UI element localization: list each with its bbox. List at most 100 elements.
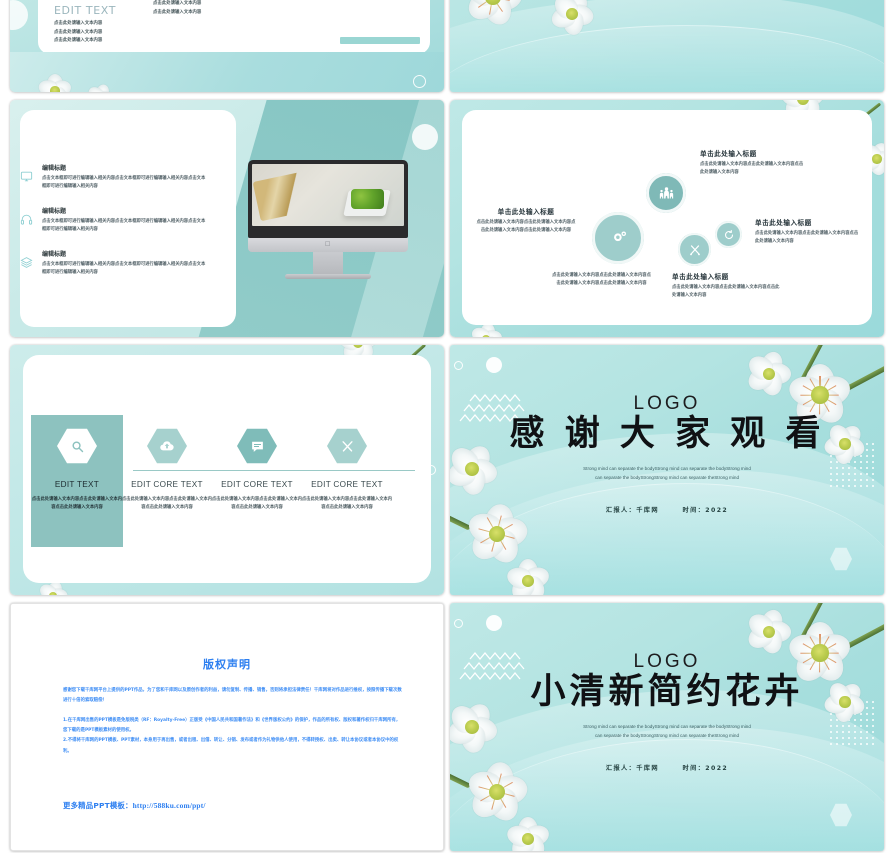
slide1-right-column: 点击此处请输入文本内容 点击此处请输入文本内容	[153, 0, 273, 17]
headphone-icon	[20, 213, 34, 227]
diagram-block-right: 单击此处输入标题 点击此处请输入文本内容点击此处请输入文本内容点击此处请输入文本…	[755, 217, 859, 246]
feature-row: 编辑标题 点击文本框即可进行编辑输入相关内容点击文本框即可进行编辑输入相关内容点…	[42, 249, 207, 277]
refresh-icon	[724, 229, 733, 239]
block-title: 单击此处输入标题	[755, 219, 812, 227]
card-first: EDIT TEXT 点击此处请输入文本内容点击此处请输入文本内容点击此处请输入文…	[31, 480, 123, 513]
layers-icon	[20, 256, 34, 270]
card-text: 点击此处请输入文本内容点击此处请输入文本内容点击此处请输入文本内容	[301, 497, 393, 511]
slide-copyright[interactable]: 版权声明 感谢您下载千库网平台上提供的PPT作品，为了您和千库网以及原创作者的利…	[10, 603, 444, 851]
card-title: EDIT TEXT	[54, 480, 100, 489]
bubble-gear[interactable]	[592, 212, 644, 264]
slide-thank-you[interactable]: LOGO 感 谢 大 家 观 看 Strong mind can separat…	[450, 345, 884, 595]
subtitle-line-2: can separate the bodyStrongStrong mind c…	[594, 733, 740, 739]
presenter-meta: 汇报人：千库网 时间：2022	[450, 763, 884, 772]
content-card: EDIT TEXT 点击此处请输入文本内容点击此处请输入文本内容点击此处请输入文…	[23, 355, 431, 583]
monitor-icon	[20, 170, 34, 184]
people-icon	[659, 186, 673, 199]
subtitle-line-1: Strong mind can separate the bodyStrong …	[583, 465, 751, 471]
apple-logo-icon: 	[325, 241, 330, 248]
slide-edit-text[interactable]: EDIT TEXT 点击此处请输入文本内容 点击此处请输入文本内容 点击此处请输…	[10, 0, 444, 92]
tools-icon[interactable]	[327, 428, 367, 464]
chat-icon[interactable]	[237, 428, 277, 464]
slide-deck-preview: EDIT TEXT 点击此处请输入文本内容 点击此处请输入文本内容 点击此处请输…	[0, 0, 892, 853]
subtitle-line-1: Strong mind can separate the bodyStrong …	[583, 723, 751, 729]
presenter-label: 汇报人：千库网	[605, 506, 659, 514]
feature-title: 编辑标题	[42, 208, 67, 215]
card-text: 点击此处请输入文本内容点击此处请输入文本内容点击此处请输入文本内容	[31, 497, 123, 511]
block-text: 点击此处请输入文本内容点击此处请输入文本内容点击此处请输入文本内容	[700, 162, 804, 176]
date-label: 时间：2022	[682, 506, 729, 514]
slide-hex-cards[interactable]: EDIT TEXT 点击此处请输入文本内容点击此处请输入文本内容点击此处请输入文…	[10, 345, 444, 595]
feature-title: 编辑标题	[42, 251, 67, 258]
circle-outline-decoration	[454, 361, 463, 370]
diagram-block-left: 单击此处输入标题 点击此处请输入文本内容点击此处请输入文本内容点击此处请输入文本…	[476, 206, 576, 235]
flower-decoration	[744, 607, 792, 657]
cloud-upload-icon[interactable]	[147, 428, 187, 464]
bubble-scissors[interactable]	[678, 233, 711, 266]
flower-decoration	[85, 82, 114, 92]
block-title: 单击此处输入标题	[700, 150, 757, 158]
subtitle-line-2: can separate the bodyStrongStrong mind c…	[594, 475, 740, 481]
imac-mockup: 	[248, 160, 408, 279]
presenter-label: 汇报人：千库网	[605, 764, 659, 772]
slide-flower-paragraph[interactable]: Strong mind can separate the bodyStrong …	[450, 0, 884, 92]
divider	[133, 470, 415, 471]
circle-outline-decoration	[454, 619, 463, 628]
bubble-refresh[interactable]	[715, 221, 742, 248]
diagram-block-bottomleft: 点击此处请输入文本内容点击此处请输入文本内容点击此处请输入文本内容点击此处请输入…	[550, 272, 653, 288]
flower-decoration	[461, 0, 523, 29]
card-title: EDIT CORE TEXT	[311, 480, 383, 489]
block-title: 单击此处输入标题	[672, 273, 729, 281]
more-templates-url[interactable]: http://588ku.com/ppt/	[133, 801, 206, 810]
feature-text: 点击文本框即可进行编辑输入相关内容点击文本框即可进行编辑输入相关内容点击文本框即…	[42, 176, 206, 189]
flower-decoration	[504, 817, 552, 851]
circle-decoration	[486, 615, 502, 631]
more-templates-label: 更多精品PPT模板：	[63, 801, 133, 810]
block-text: 点击此处请输入文本内容点击此处请输入文本内容点击此处请输入文本内容	[672, 285, 780, 299]
flower-decoration	[548, 0, 596, 37]
copyright-body: 感谢您下载千库网平台上提供的PPT作品，为了您和千库网以及原创作者的利益，请勿复…	[63, 686, 403, 757]
presenter-meta: 汇报人：千库网 时间：2022	[450, 505, 884, 514]
card-title: EDIT CORE TEXT	[131, 480, 203, 489]
diagram-block-bottom: 单击此处输入标题 点击此处请输入文本内容点击此处请输入文本内容点击此处请输入文本…	[672, 271, 780, 300]
slide1-heading: EDIT TEXT	[54, 4, 117, 17]
text-line: 点击此处请输入文本内容	[54, 21, 103, 26]
copyright-title: 版权声明	[203, 658, 251, 671]
copyright-intro: 感谢您下载千库网平台上提供的PPT作品，为了您和千库网以及原创作者的利益，请勿复…	[63, 688, 402, 704]
flower-decoration	[36, 74, 74, 92]
bubble-people[interactable]	[646, 173, 686, 213]
card-item: EDIT CORE TEXT 点击此处请输入文本内容点击此处请输入文本内容点击此…	[301, 480, 393, 513]
gear-icon	[613, 231, 626, 241]
scissors-icon	[689, 244, 700, 255]
block-text: 点击此处请输入文本内容点击此处请输入文本内容点击此处请输入文本内容	[755, 231, 859, 245]
flower-decoration	[744, 349, 792, 399]
slide1-left-column: 点击此处请输入文本内容 点击此处请输入文本内容 点击此处请输入文本内容	[54, 20, 174, 46]
feature-title: 编辑标题	[42, 165, 67, 172]
feature-row: 编辑标题 点击文本框即可进行编辑输入相关内容点击文本框即可进行编辑输入相关内容点…	[42, 206, 207, 234]
block-title: 单击此处输入标题	[497, 208, 555, 216]
flower-decoration	[504, 559, 552, 595]
bottom-band	[10, 52, 444, 92]
flower-decoration	[468, 322, 503, 337]
circle-outline-decoration	[413, 75, 426, 88]
flower-decoration	[37, 579, 68, 595]
circle-decoration	[486, 357, 502, 373]
cover-title: 小清新简约花卉	[530, 672, 804, 712]
card-item: EDIT CORE TEXT 点击此处请输入文本内容点击此处请输入文本内容点击此…	[121, 480, 213, 513]
feature-text: 点击文本框即可进行编辑输入相关内容点击文本框即可进行编辑输入相关内容点击文本框即…	[42, 219, 206, 232]
text-line: 点击此处请输入文本内容	[54, 38, 103, 44]
feature-text: 点击文本框即可进行编辑输入相关内容点击文本框即可进行编辑输入相关内容点击文本框即…	[42, 262, 206, 275]
more-templates[interactable]: 更多精品PPT模板：http://588ku.com/ppt/	[63, 800, 206, 811]
text-line: 点击此处请输入文本内容	[153, 1, 202, 6]
slide-monitor-features[interactable]: 编辑标题 点击文本框即可进行编辑输入相关内容点击文本框即可进行编辑输入相关内容点…	[10, 100, 444, 337]
card-text: 点击此处请输入文本内容点击此处请输入文本内容点击此处请输入文本内容	[211, 497, 303, 511]
screen-image	[252, 164, 404, 226]
feature-row: 编辑标题 点击文本框即可进行编辑输入相关内容点击文本框即可进行编辑输入相关内容点…	[42, 163, 207, 191]
text-line: 点击此处请输入文本内容	[54, 29, 103, 35]
block-text: 点击此处请输入文本内容点击此处请输入文本内容点击此处请输入文本内容点击此处请输入…	[552, 273, 651, 287]
slide-cover-title[interactable]: LOGO 小清新简约花卉 Strong mind can separate th…	[450, 603, 884, 851]
slide-circle-diagram[interactable]: 单击此处输入标题 点击此处请输入文本内容点击此处请输入文本内容点击此处请输入文本…	[450, 100, 884, 337]
accent-bar	[340, 37, 420, 44]
card-title: EDIT CORE TEXT	[221, 480, 293, 489]
copyright-clause-1: 1.在千库网出售的PPT模板是免版税类（RF：Royalty-Free）正版受《…	[63, 717, 401, 734]
